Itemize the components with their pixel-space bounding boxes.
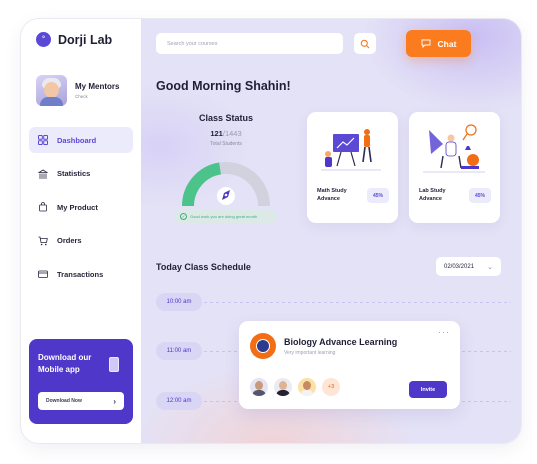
- course-progress-badge: 45%: [469, 188, 491, 203]
- logo-badge: °: [36, 32, 51, 47]
- bank-icon: [38, 169, 48, 179]
- time-label: 10:00 am: [156, 293, 202, 311]
- download-now-label: Download Now: [46, 398, 82, 404]
- invite-button[interactable]: Invite: [409, 381, 447, 398]
- sidebar-item-label: Dashboard: [57, 135, 97, 145]
- chevron-down-icon: ⌄: [487, 263, 493, 271]
- chat-icon: [421, 39, 430, 48]
- time-label: 11:00 am: [156, 342, 202, 360]
- math-study-illustration: [321, 129, 381, 171]
- course-progress-badge: 45%: [367, 188, 389, 203]
- search-input[interactable]: Search your courses: [156, 33, 343, 54]
- course-card-math[interactable]: Math Study Advance 45%: [307, 112, 398, 223]
- time-label: 12:00 am: [156, 392, 202, 410]
- status-note: ✓ Good work you are doing great month: [174, 209, 277, 224]
- shopping-bag-icon: [38, 202, 48, 212]
- search-icon: [360, 39, 370, 48]
- card-icon: [38, 269, 48, 279]
- student-count: 121/1443: [210, 129, 242, 138]
- lab-study-illustration: [423, 124, 485, 173]
- cart-icon: [38, 236, 48, 246]
- event-subtitle: Very important learning: [284, 350, 336, 356]
- sidebar-item-dashboard[interactable]: Dashboard: [29, 127, 133, 153]
- check-icon: ✓: [180, 213, 187, 220]
- sidebar-item-label: Transactions: [57, 269, 104, 279]
- sidebar-nav: Dashboard Statistics My Product Orders T…: [29, 127, 133, 295]
- avatar: [250, 378, 268, 396]
- timeline-row: 10:00 am: [156, 293, 511, 311]
- class-status-gauge: [182, 162, 270, 207]
- sidebar-item-label: My Product: [57, 202, 98, 212]
- date-picker[interactable]: 02/03/2021 ⌄: [436, 257, 501, 276]
- phone-icon: [109, 357, 119, 372]
- sidebar-item-label: Orders: [57, 236, 82, 245]
- avatar: [274, 378, 292, 396]
- greeting-title: Good Morning Shahin!: [156, 79, 291, 93]
- download-app-promo: Download our Mobile app Download Now ›: [29, 339, 133, 424]
- mentor-avatar: [36, 75, 67, 106]
- class-status-title: Class Status: [198, 113, 254, 123]
- event-title: Biology Advance Learning: [284, 337, 398, 347]
- attendee-list: +3: [250, 378, 340, 396]
- grid-icon: [38, 135, 48, 145]
- logo[interactable]: ° Dorji Lab: [36, 32, 112, 47]
- sidebar: ° Dorji Lab My Mentors Check Dashboard S…: [21, 19, 141, 443]
- schedule-title: Today Class Schedule: [156, 262, 251, 272]
- chat-label: Chat: [437, 38, 457, 49]
- app-window: ° Dorji Lab My Mentors Check Dashboard S…: [21, 19, 521, 443]
- schedule-event-card[interactable]: Biology Advance Learning Very important …: [239, 321, 460, 409]
- course-card-lab[interactable]: Lab Study Advance 45%: [409, 112, 500, 223]
- chat-button[interactable]: Chat: [406, 30, 471, 57]
- student-count-value: 121: [210, 129, 223, 138]
- sidebar-item-orders[interactable]: Orders: [29, 228, 133, 254]
- sidebar-item-statistics[interactable]: Statistics: [29, 161, 133, 187]
- chevron-right-icon: ›: [113, 396, 116, 406]
- avatar: [298, 378, 316, 396]
- mentor-title: My Mentors: [75, 82, 120, 91]
- mentor-profile[interactable]: My Mentors Check: [36, 75, 119, 106]
- more-options-icon[interactable]: ···: [438, 327, 450, 337]
- sidebar-item-my-product[interactable]: My Product: [29, 194, 133, 220]
- course-title: Math Study Advance: [317, 188, 347, 202]
- main-content: Search your courses Chat Good Morning Sh…: [141, 19, 521, 443]
- promo-text: Download our Mobile app: [38, 353, 92, 374]
- student-count-label: Total Students: [210, 141, 242, 147]
- gauge-fill: [182, 162, 222, 207]
- class-status: Class Status 121/1443 Total Students: [171, 113, 281, 147]
- mentor-subtitle: Check: [75, 94, 88, 99]
- sidebar-item-label: Statistics: [57, 169, 91, 178]
- student-total-value: 1443: [224, 129, 242, 138]
- sidebar-item-transactions[interactable]: Transactions: [29, 261, 133, 287]
- app-name: Dorji Lab: [58, 32, 113, 47]
- more-attendees-badge[interactable]: +3: [322, 378, 340, 396]
- date-value: 02/03/2021: [444, 263, 475, 270]
- download-now-button[interactable]: Download Now ›: [38, 392, 124, 410]
- course-logo: [250, 333, 276, 359]
- status-note-text: Good work you are doing great month: [190, 214, 258, 219]
- course-title: Lab Study Advance: [419, 188, 446, 202]
- search-button[interactable]: [354, 33, 376, 54]
